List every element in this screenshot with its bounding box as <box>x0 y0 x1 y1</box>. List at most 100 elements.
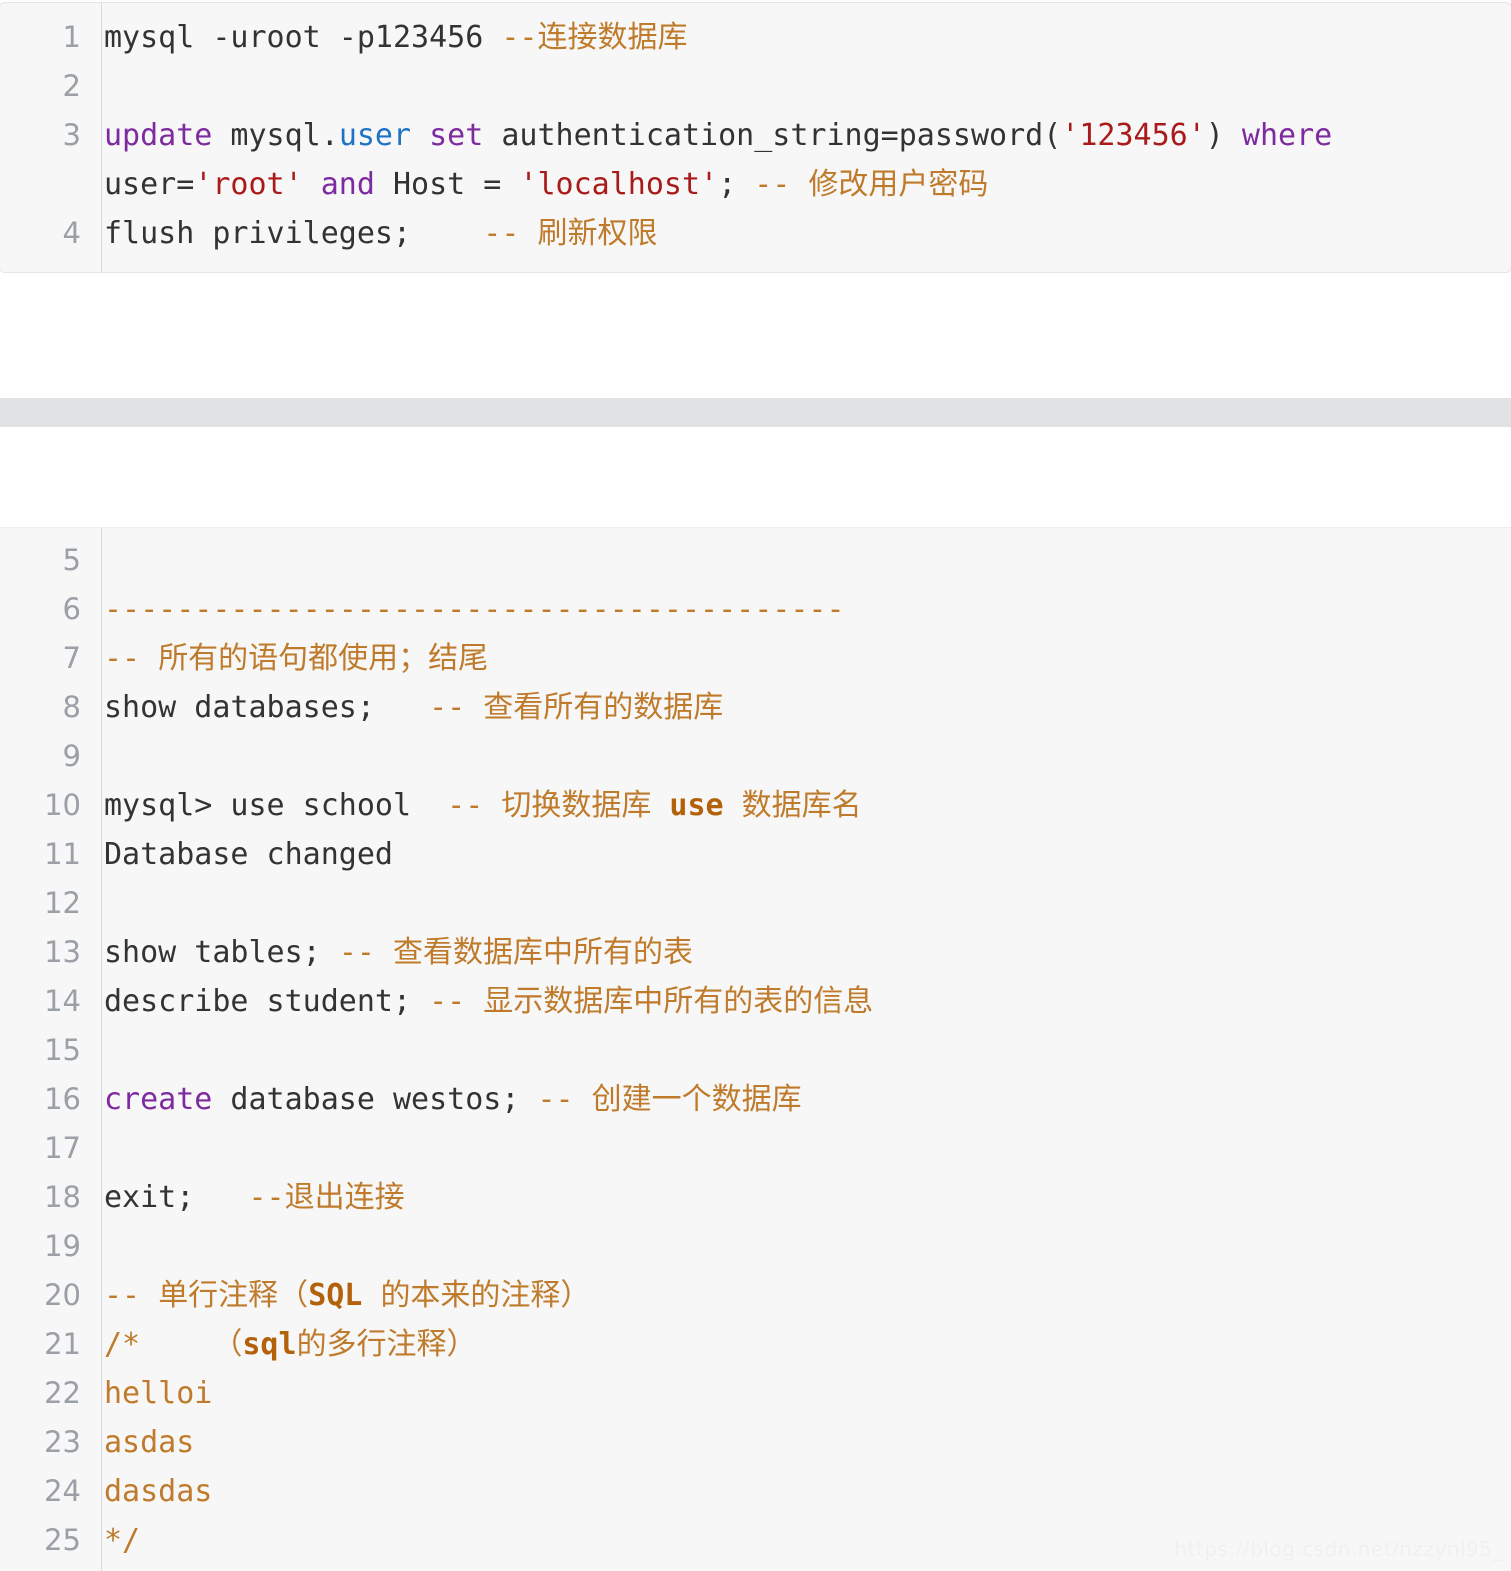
code-line-row: 22 helloi <box>0 1369 1511 1418</box>
code-token: 的多行注释） <box>296 1327 477 1362</box>
code-line-text[interactable] <box>81 1222 1511 1271</box>
code-token: describe student; <box>104 984 430 1019</box>
code-token: 查看数据库中所有的表 <box>393 935 693 970</box>
code-token: -- <box>465 216 538 251</box>
code-line-text[interactable]: -- 所有的语句都使用；结尾 <box>81 634 1511 683</box>
code-token: 连接数据库 <box>537 20 688 55</box>
code-line-row: 14 describe student; -- 显示数据库中所有的表的信息 <box>0 977 1511 1026</box>
code-line-row: 18 exit; --退出连接 <box>0 1173 1511 1222</box>
line-number: 20 <box>44 1278 81 1312</box>
code-line-row: 13 show tables; -- 查看数据库中所有的表 <box>0 928 1511 977</box>
code-token: -- <box>230 1180 285 1215</box>
code-token: mysql -uroot -p123456 <box>104 20 502 55</box>
code-line-row: 15 <box>0 1026 1511 1075</box>
code-token: flush privileges; <box>104 216 466 251</box>
code-line-row: 21/* （sql的多行注释） <box>0 1320 1511 1369</box>
code-block-sql-basics[interactable]: 5 6 --------------------------------------… <box>0 527 1511 1571</box>
code-token: -- <box>411 690 484 725</box>
line-number: 2 <box>62 69 81 103</box>
code-line-row: 3 update mysql.user set authentication_st… <box>0 111 1511 209</box>
code-line-row: 17 <box>0 1124 1511 1173</box>
line-number: 19 <box>44 1229 81 1263</box>
line-number: 21 <box>44 1327 81 1361</box>
code-line-row: 12 <box>0 879 1511 928</box>
line-number: 11 <box>44 837 81 871</box>
code-rows-block-0: 1 mysql -uroot -p123456 --连接数据库 2 3 update m… <box>0 13 1511 258</box>
code-line-row: 16 create database westos; -- 创建一个数据库 <box>0 1075 1511 1124</box>
line-number: 14 <box>44 984 81 1018</box>
code-line-text[interactable]: mysql> use school -- 切换数据库 use 数据库名 <box>81 781 1511 830</box>
code-block-mysql-connect[interactable]: 1 mysql -uroot -p123456 --连接数据库 2 3 update m… <box>0 2 1511 273</box>
code-token: -- <box>754 167 809 202</box>
code-token: '123456' <box>1061 118 1206 153</box>
code-line-text[interactable]: asdas <box>81 1418 1511 1467</box>
code-line-text[interactable]: mysql -uroot -p123456 --连接数据库 <box>81 13 1511 62</box>
code-token: ; <box>718 167 755 202</box>
line-number: 17 <box>44 1131 81 1165</box>
code-token: authentication_string=password( <box>483 118 1062 153</box>
source-watermark: https://blog.csdn.net/nzzynl95_ <box>1174 1537 1503 1561</box>
code-token: database westos; <box>212 1082 538 1117</box>
code-line-row: 19 <box>0 1222 1511 1271</box>
code-line-text[interactable]: exit; --退出连接 <box>81 1173 1511 1222</box>
code-token: 创建一个数据库 <box>591 1082 802 1117</box>
code-token: 查看所有的数据库 <box>483 690 724 725</box>
code-token: update <box>104 118 213 153</box>
line-number: 23 <box>44 1425 81 1459</box>
code-token: ) <box>1205 118 1242 153</box>
code-token: where <box>1241 118 1333 153</box>
code-token: ----------------------------------------… <box>104 592 845 627</box>
code-token: and <box>320 167 375 202</box>
line-number: 9 <box>62 739 81 773</box>
code-line-row: 24 dasdas <box>0 1467 1511 1516</box>
code-line-row: 7 -- 所有的语句都使用；结尾 <box>0 634 1511 683</box>
code-token: -- <box>104 641 159 676</box>
line-number: 25 <box>44 1523 81 1557</box>
code-line-text[interactable] <box>81 1124 1511 1173</box>
code-line-text[interactable]: -- 单行注释（SQL 的本来的注释） <box>81 1271 1511 1320</box>
code-line-text[interactable] <box>81 732 1511 781</box>
code-line-text[interactable]: show databases; -- 查看所有的数据库 <box>81 683 1511 732</box>
code-line-text[interactable] <box>81 1026 1511 1075</box>
code-line-text[interactable] <box>81 879 1511 928</box>
code-token: user <box>338 118 412 153</box>
code-line-text[interactable]: create database westos; -- 创建一个数据库 <box>81 1075 1511 1124</box>
code-line-text[interactable]: flush privileges; -- 刷新权限 <box>81 209 1511 258</box>
code-token: 'localhost' <box>519 167 719 202</box>
line-number: 6 <box>62 592 81 626</box>
code-line-text[interactable]: dasdas <box>81 1467 1511 1516</box>
code-token: show databases; <box>104 690 412 725</box>
code-line-row: 6 ---------------------------------------… <box>0 585 1511 634</box>
line-number: 13 <box>44 935 81 969</box>
code-token: 显示数据库中所有的表的信息 <box>483 984 874 1019</box>
code-token: -- <box>429 984 484 1019</box>
code-line-text[interactable]: /* （sql的多行注释） <box>81 1320 1511 1369</box>
code-token: use <box>669 788 724 823</box>
code-token: 'root' <box>194 167 303 202</box>
code-token: -- <box>104 1278 159 1313</box>
code-token: show tables; <box>104 935 339 970</box>
code-line-text[interactable]: helloi <box>81 1369 1511 1418</box>
code-token: mysql> use school <box>104 788 430 823</box>
code-line-text[interactable] <box>81 536 1511 585</box>
code-token: （ <box>212 1327 243 1362</box>
code-token: set <box>429 118 484 153</box>
section-separator-bar <box>0 398 1511 427</box>
code-line-row: 20 -- 单行注释（SQL 的本来的注释） <box>0 1271 1511 1320</box>
code-token: -- <box>537 1082 592 1117</box>
code-line-text[interactable]: Database changed <box>81 830 1511 879</box>
code-token: -- <box>338 935 393 970</box>
code-line-text[interactable]: describe student; -- 显示数据库中所有的表的信息 <box>81 977 1511 1026</box>
code-line-text[interactable] <box>81 62 1511 111</box>
code-token: exit; <box>104 1180 231 1215</box>
code-line-text[interactable]: show tables; -- 查看数据库中所有的表 <box>81 928 1511 977</box>
code-line-row: 9 <box>0 732 1511 781</box>
code-token: 修改用户密码 <box>808 167 989 202</box>
code-line-text[interactable]: update mysql.user set authentication_str… <box>81 111 1511 209</box>
code-line-text[interactable]: ----------------------------------------… <box>81 585 1511 634</box>
code-token: 的本来的注释） <box>380 1278 591 1313</box>
code-token: /* <box>104 1327 213 1362</box>
line-number: 24 <box>44 1474 81 1508</box>
